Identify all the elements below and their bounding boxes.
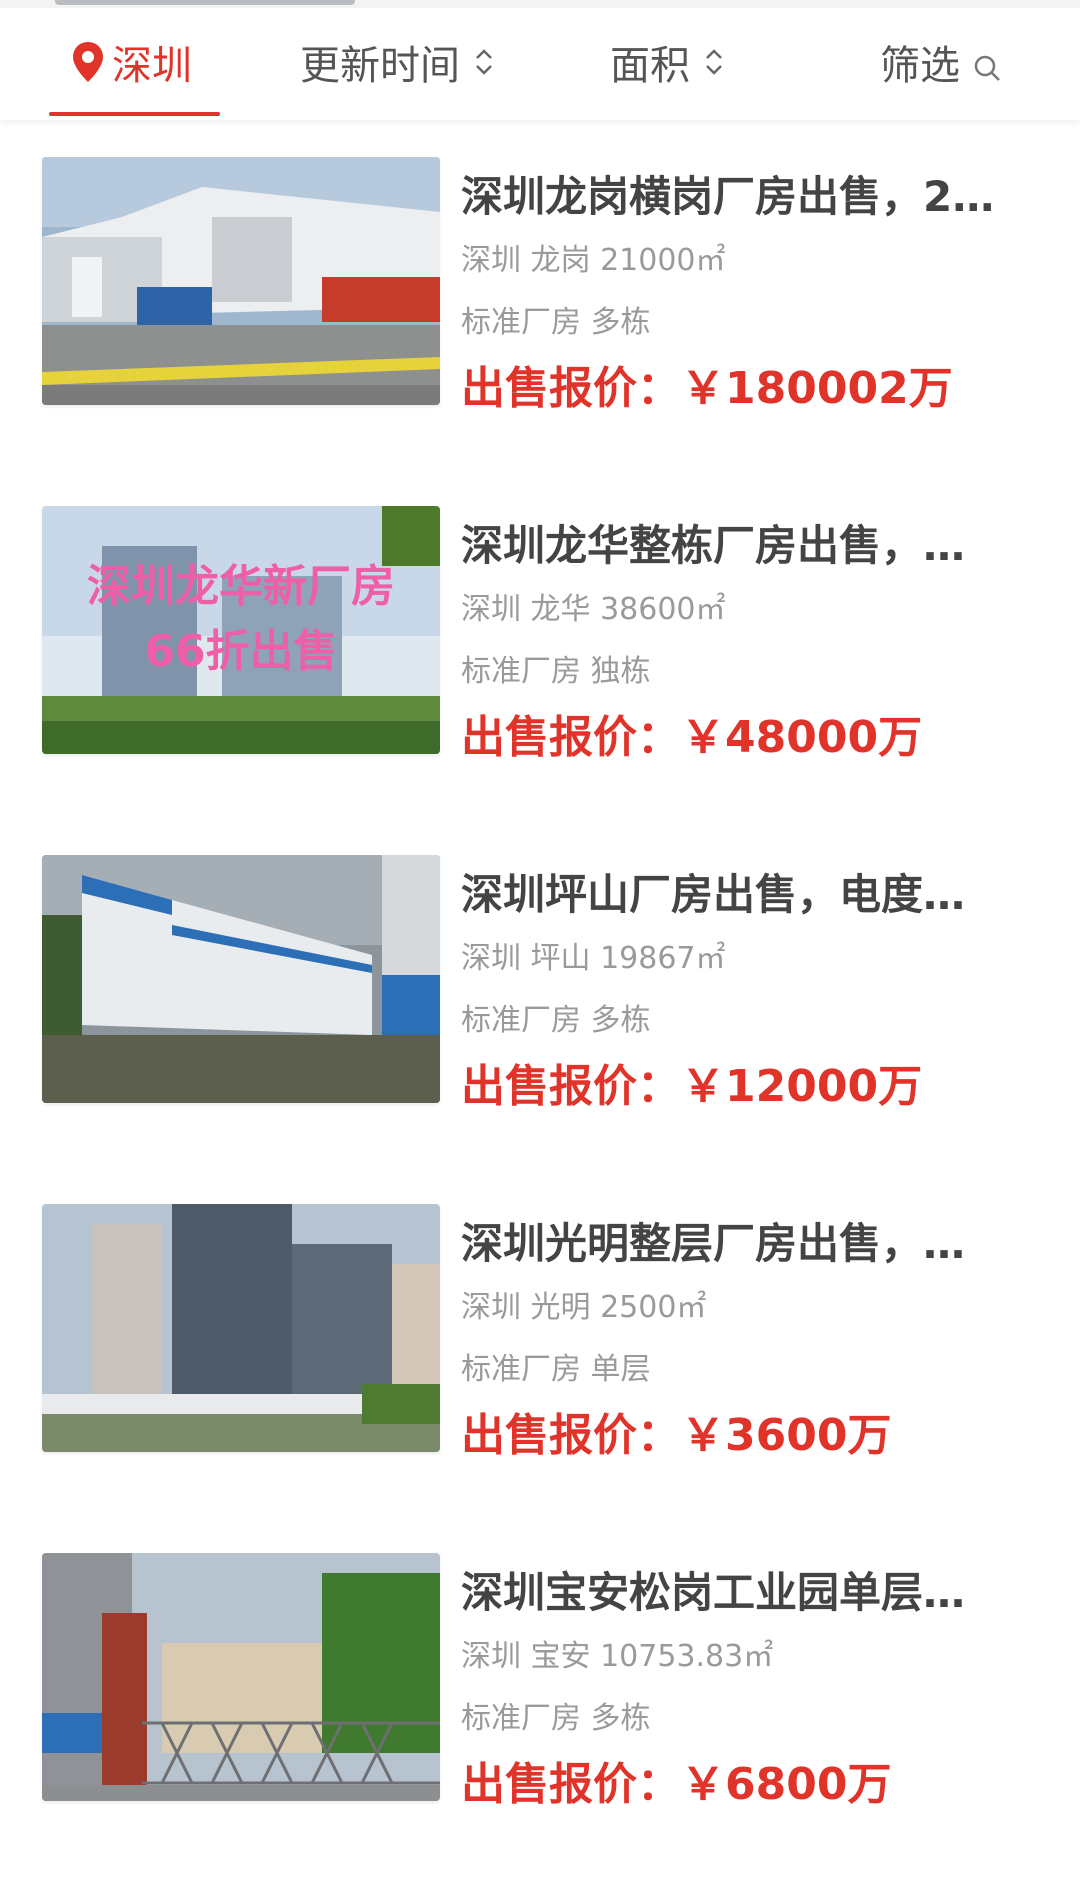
listing-type: 标准厂房 多栋 <box>461 1701 651 1736</box>
listing-page: 深圳 更新时间 面积 筛选 深圳龙岗横岗厂房出售，2… 深圳 龙岗 21000㎡… <box>0 0 1080 1884</box>
price-value: ￥12000万 <box>681 1061 923 1112</box>
listing-title: 深圳宝安松岗工业园单层… <box>461 1568 966 1617</box>
price-label: 出售报价： <box>461 1061 681 1112</box>
listing-location: 深圳 龙华 38600㎡ <box>461 592 726 627</box>
listing-thumbnail[interactable] <box>42 1204 440 1452</box>
listing-card[interactable]: 深圳龙岗横岗厂房出售，2… 深圳 龙岗 21000㎡ 标准厂房 多栋 出售报价：… <box>0 157 1080 417</box>
listing-location: 深圳 宝安 10753.83㎡ <box>461 1639 774 1674</box>
previous-thumbnail-edge <box>55 0 355 5</box>
sort-update-time[interactable]: 更新时间 <box>300 32 496 92</box>
city-filter-label: 深圳 <box>112 43 192 89</box>
listing-type: 标准厂房 多栋 <box>461 1003 651 1038</box>
search-icon <box>972 47 1002 81</box>
location-pin-icon <box>70 40 106 84</box>
listing-location: 深圳 龙岗 21000㎡ <box>461 243 726 278</box>
listing-price: 出售报价：￥180002万 <box>461 361 1031 417</box>
sort-update-time-label: 更新时间 <box>300 43 460 89</box>
image-overlay-text-1: 深圳龙华新厂房 <box>87 561 395 612</box>
active-tab-indicator <box>49 112 220 116</box>
listing-title: 深圳坪山厂房出售，电度… <box>461 870 966 919</box>
screen-filter-label: 筛选 <box>880 43 960 89</box>
listing-type: 标准厂房 多栋 <box>461 305 651 340</box>
listing-card[interactable]: 深圳龙华新厂房 66折出售 深圳龙华整栋厂房出售，… 深圳 龙华 38600㎡ … <box>0 506 1080 766</box>
price-label: 出售报价： <box>461 1759 681 1810</box>
price-label: 出售报价： <box>461 712 681 763</box>
image-overlay-text-2: 66折出售 <box>144 626 337 677</box>
filter-bar: 深圳 更新时间 面积 筛选 <box>0 8 1080 120</box>
listing-price: 出售报价：￥48000万 <box>461 710 1031 766</box>
listing-location: 深圳 光明 2500㎡ <box>461 1290 707 1325</box>
listing-type: 标准厂房 独栋 <box>461 654 651 689</box>
price-value: ￥180002万 <box>681 363 953 414</box>
listing-card[interactable]: 深圳宝安松岗工业园单层… 深圳 宝安 10753.83㎡ 标准厂房 多栋 出售报… <box>0 1553 1080 1813</box>
listing-thumbnail[interactable] <box>42 855 440 1103</box>
sort-updown-icon <box>702 42 726 82</box>
price-label: 出售报价： <box>461 1410 681 1461</box>
price-value: ￥3600万 <box>681 1410 892 1461</box>
listing-thumbnail[interactable] <box>42 1553 440 1801</box>
price-value: ￥48000万 <box>681 712 923 763</box>
listing-card[interactable]: 深圳坪山厂房出售，电度… 深圳 坪山 19867㎡ 标准厂房 多栋 出售报价：￥… <box>0 855 1080 1115</box>
sort-updown-icon <box>472 42 496 82</box>
price-label: 出售报价： <box>461 363 681 414</box>
listing-price: 出售报价：￥6800万 <box>461 1757 1031 1813</box>
listing-price: 出售报价：￥3600万 <box>461 1408 1031 1464</box>
listing-card[interactable]: 深圳光明整层厂房出售，… 深圳 光明 2500㎡ 标准厂房 单层 出售报价：￥3… <box>0 1204 1080 1464</box>
listing-location: 深圳 坪山 19867㎡ <box>461 941 726 976</box>
price-value: ￥6800万 <box>681 1759 892 1810</box>
sort-area-label: 面积 <box>610 43 690 89</box>
screen-filter[interactable]: 筛选 <box>880 32 1002 92</box>
listing-type: 标准厂房 单层 <box>461 1352 651 1387</box>
listing-thumbnail[interactable]: 深圳龙华新厂房 66折出售 <box>42 506 440 754</box>
listing-title: 深圳龙岗横岗厂房出售，2… <box>461 172 995 221</box>
sort-area[interactable]: 面积 <box>610 32 726 92</box>
city-filter[interactable]: 深圳 <box>70 32 192 92</box>
listing-title: 深圳光明整层厂房出售，… <box>461 1219 966 1268</box>
listing-thumbnail[interactable] <box>42 157 440 405</box>
listing-price: 出售报价：￥12000万 <box>461 1059 1031 1115</box>
listing-title: 深圳龙华整栋厂房出售，… <box>461 521 966 570</box>
previous-item-edge <box>0 0 1080 8</box>
